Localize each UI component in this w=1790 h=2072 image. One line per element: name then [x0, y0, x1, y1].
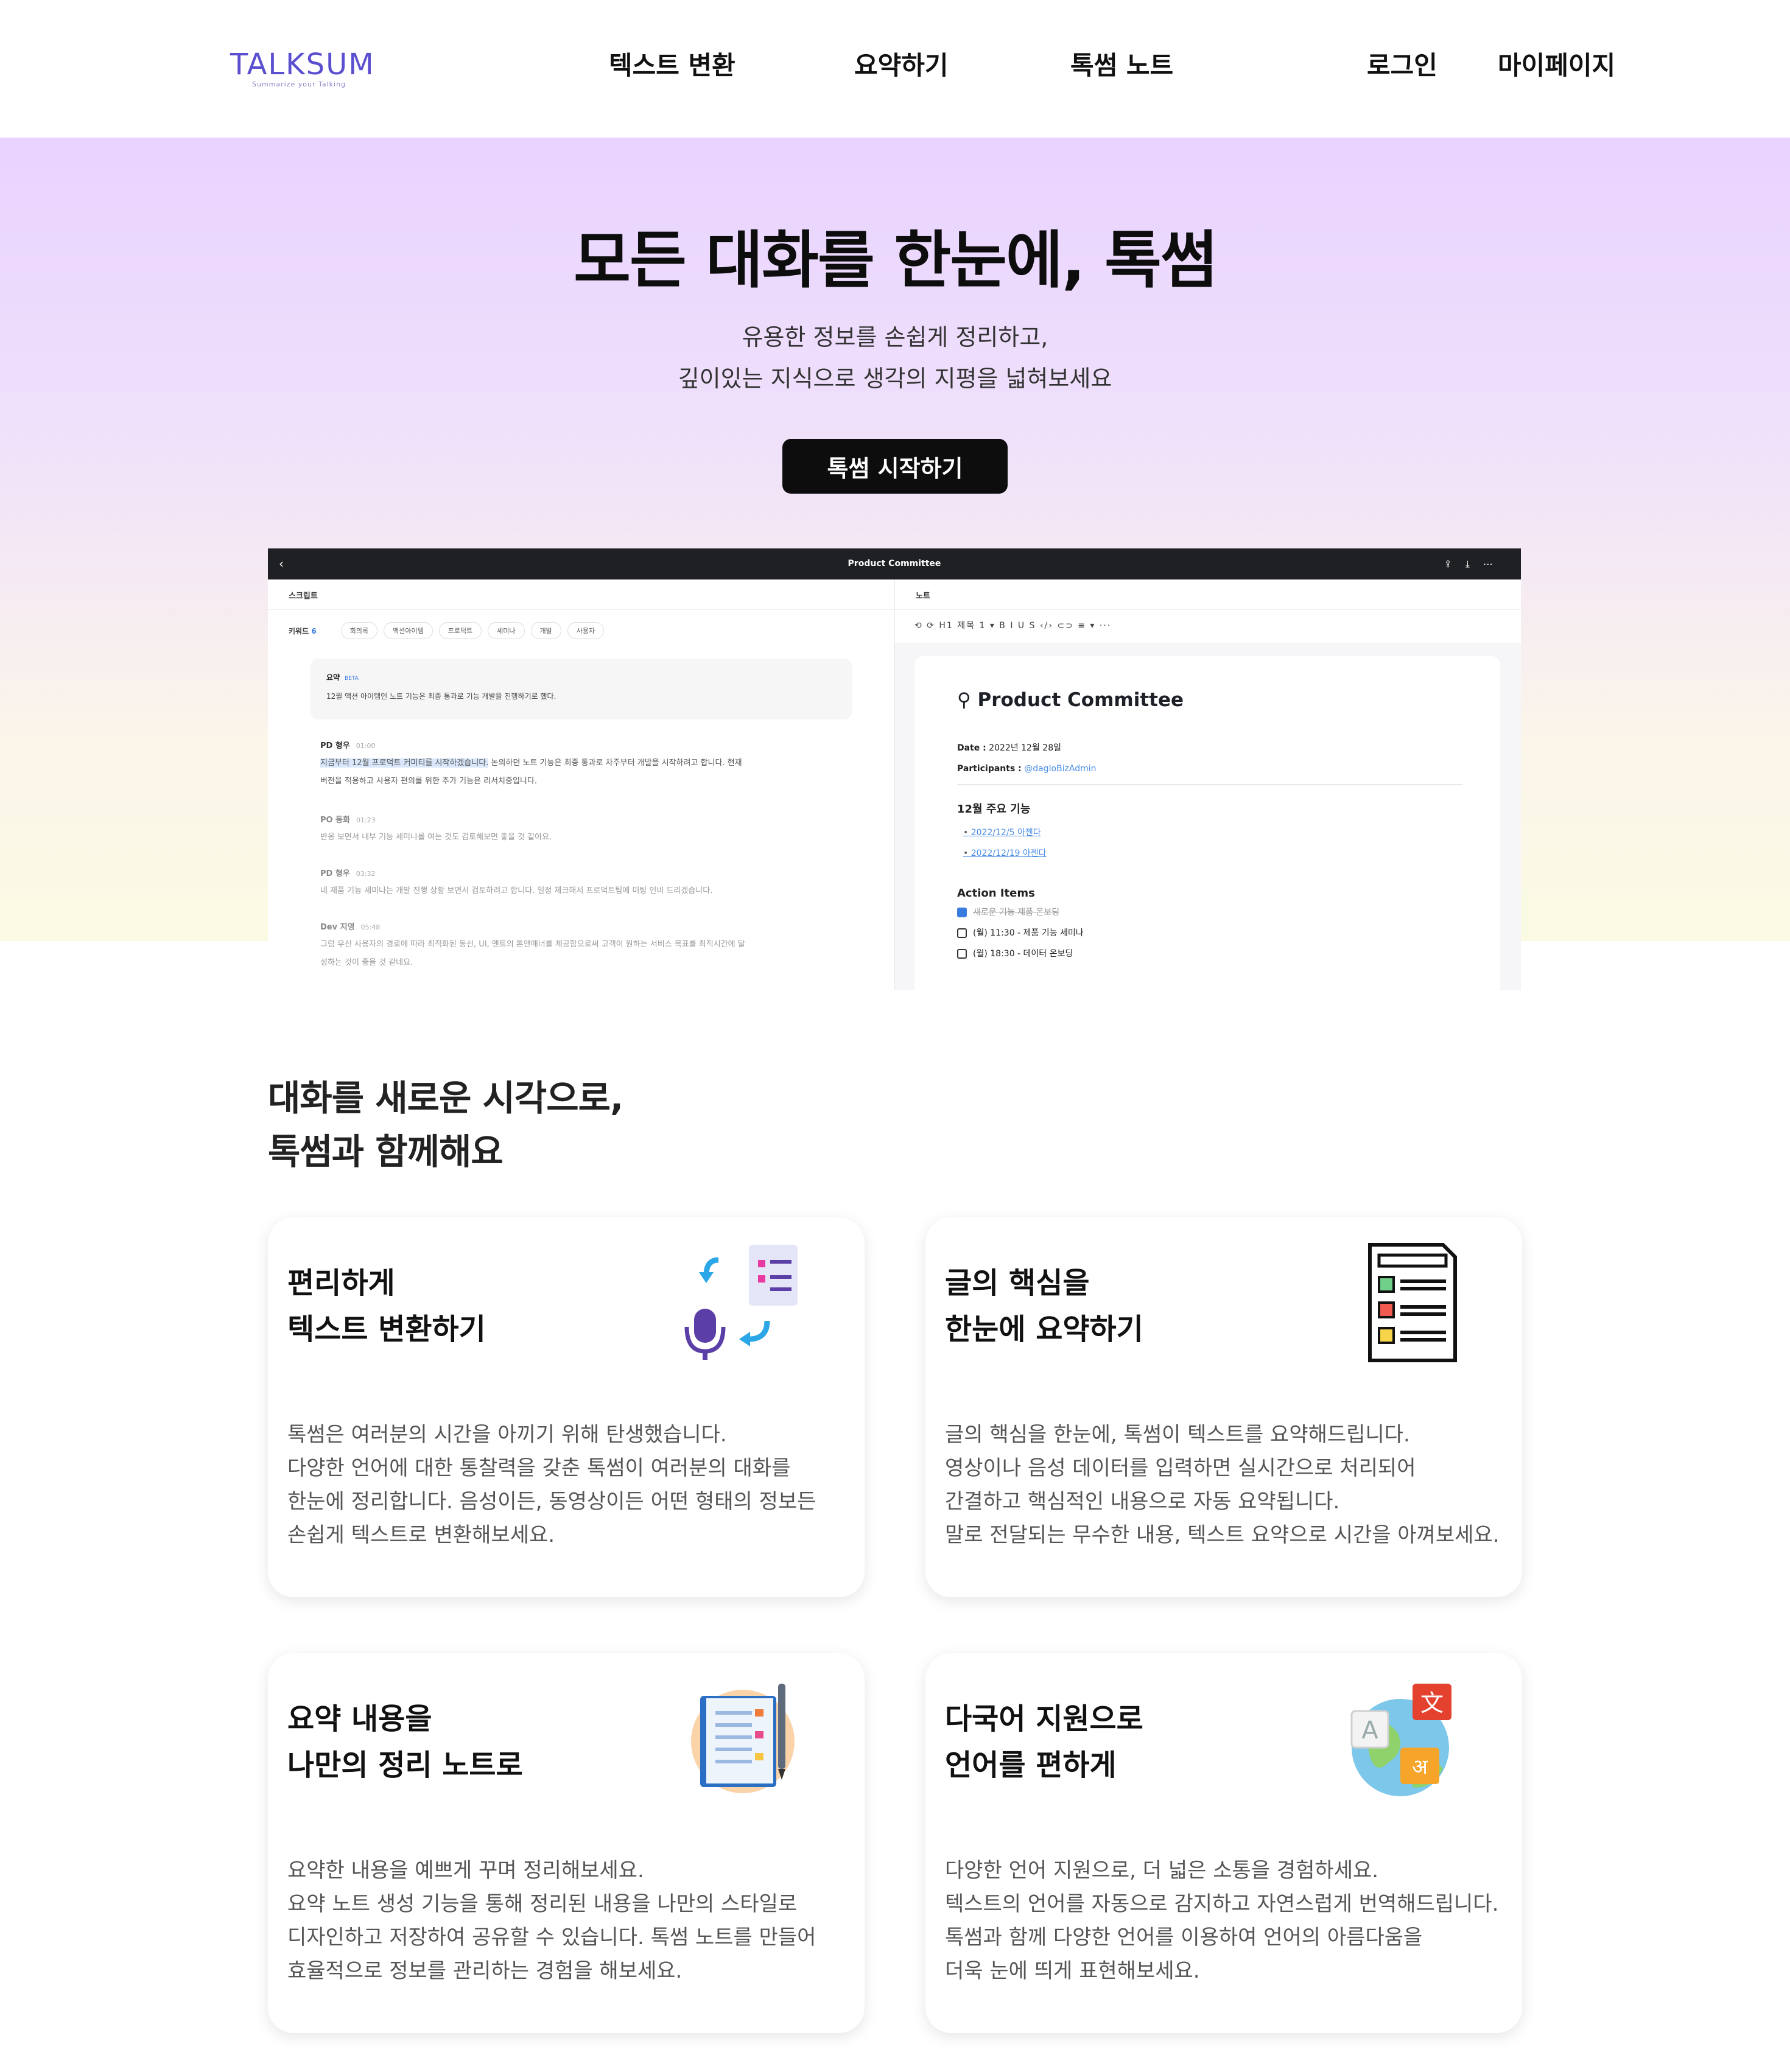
note-card: ⚲ Product Committee Date : 2022년 12월 28일…: [914, 656, 1500, 990]
feature-card-note[interactable]: 요약 내용을 나만의 정리 노트로 요약한 내용을 예쁘게 꾸며 정리해보세요.…: [268, 1653, 865, 2033]
script-turn: PD 형우 01:00 지금부터 12월 프로덕트 커미티를 시작하겠습니다. 논…: [320, 741, 742, 786]
hero-title: 모든 대화를 한눈에, 톡썸: [574, 225, 1218, 297]
preview-titlebar: ‹ Product Committee ⇪⤓⋯: [268, 548, 1521, 579]
note-section-heading: Action Items: [957, 887, 1035, 900]
hero-subtitle-line2: 깊이있는 지식으로 생각의 지평을 넓혀보세요: [678, 365, 1112, 392]
script-turn: Dev 지영 05:48 그럼 우선 사용자의 경로에 따라 최적화된 동선, U…: [320, 923, 745, 967]
feature-card-title: 글의 핵심을 한눈에 요약하기: [945, 1266, 1143, 1346]
action-item[interactable]: (월) 11:30 - 제품 기능 세미나: [957, 923, 1458, 943]
divider: [957, 784, 1462, 785]
feature-card-title: 다국어 지원으로 언어를 편하게: [945, 1702, 1143, 1782]
nav-text-convert[interactable]: 텍스트 변환: [609, 49, 735, 83]
keyword-chip[interactable]: 세미나: [488, 622, 525, 639]
script-pane-header: 스크립트: [268, 579, 894, 610]
feature-card-description: 다양한 언어 지원으로, 더 넓은 소통을 경험하세요. 텍스트의 언어를 자동…: [945, 1858, 1499, 1983]
preview-toolbar-icons[interactable]: ⇪⤓⋯: [1444, 548, 1506, 579]
start-talksum-button[interactable]: 톡썸 시작하기: [782, 439, 1008, 494]
note-meta: Date : 2022년 12월 28일 Participants : @dag…: [957, 743, 1097, 774]
action-item[interactable]: 새로운 기능 제품 온보딩: [957, 902, 1458, 923]
keyword-chip[interactable]: 개발: [530, 622, 561, 639]
nav-summarize[interactable]: 요약하기: [854, 49, 949, 83]
nav-mypage[interactable]: 마이페이지: [1498, 49, 1615, 83]
svg-text:A: A: [1361, 1717, 1378, 1745]
site-header: TALKSUM Summarize your Talking 텍스트 변환 요약…: [0, 0, 1790, 138]
feature-card-description: 요약한 내용을 예쁘게 꾸며 정리해보세요. 요약 노트 생성 기능을 통해 정…: [287, 1858, 816, 1983]
keyword-row: 키워드 6 회의록 액션아이템 프로덕트 세미나 개발 사용자: [289, 622, 605, 639]
note-pane: 노트 ⟲ ⟳ H1 제목 1 ▾ B I U S ‹/› ⊂⊃ ≡ ▾ ··· …: [895, 579, 1521, 990]
script-pane: 스크립트 키워드 6 회의록 액션아이템 프로덕트 세미나 개발 사용자 요약 B…: [268, 579, 895, 990]
note-title: ⚲ Product Committee: [957, 689, 1184, 711]
paperclip-icon: ⚲: [957, 689, 978, 711]
editor-toolbar[interactable]: ⟲ ⟳ H1 제목 1 ▾ B I U S ‹/› ⊂⊃ ≡ ▾ ···: [895, 610, 1521, 644]
features-section-title: 대화를 새로운 시각으로, 톡썸과 함께해요: [268, 1077, 623, 1172]
note-pane-header: 노트: [895, 579, 1521, 610]
summary-box: 요약 BETA 12월 액션 아이템인 노트 기능은 최종 통과로 기능 개발을 …: [311, 659, 852, 719]
keyword-chip[interactable]: 회의록: [340, 622, 378, 639]
preview-window-title: Product Committee: [848, 559, 941, 569]
checkbox-icon[interactable]: [957, 949, 967, 959]
nav-login[interactable]: 로그인: [1367, 49, 1437, 83]
action-item[interactable]: (월) 18:30 - 데이터 온보딩: [957, 943, 1458, 964]
talksum-logo[interactable]: TALKSUM Summarize your Talking: [230, 47, 376, 96]
feature-card-title: 요약 내용을 나만의 정리 노트로: [287, 1702, 523, 1782]
keyword-chip[interactable]: 액션아이템: [384, 622, 433, 639]
keyword-chip[interactable]: 프로덕트: [438, 622, 482, 639]
svg-text:文: 文: [1420, 1690, 1444, 1717]
summary-text: 12월 액션 아이템인 노트 기능은 최종 통과로 기능 개발을 진행하기로 했…: [326, 692, 556, 701]
feature-card-multilingual[interactable]: 다국어 지원으로 언어를 편하게 A 文 अ 다양한 언어 지원으로, 더 넓은…: [925, 1653, 1522, 2033]
hero-subtitle: 유용한 정보를 손쉽게 정리하고, 깊이있는 지식으로 생각의 지평을 넓혀보세…: [0, 317, 1790, 399]
beta-badge: BETA: [345, 676, 359, 682]
agenda-link[interactable]: 2022/12/19 아젠다: [963, 843, 1458, 864]
keyword-label: 키워드 6: [289, 626, 317, 635]
logo-text: TALKSUM: [230, 47, 375, 82]
product-preview: ‹ Product Committee ⇪⤓⋯ 스크립트 키워드 6 회의록 액…: [268, 548, 1521, 990]
speech-to-text-icon: [682, 1242, 804, 1363]
feature-card-text-convert[interactable]: 편리하게 텍스트 변환하기 톡썸은 여러분의 시간을 아끼기 위해 탄생했습니다…: [268, 1217, 865, 1597]
checklist-document-icon: [1352, 1242, 1473, 1363]
script-turn: PD 형우 03:32 네 제품 기능 세미나는 개발 진행 상황 보면서 검토하…: [320, 869, 713, 895]
keyword-chip[interactable]: 사용자: [567, 622, 605, 639]
svg-text:अ: अ: [1412, 1755, 1428, 1779]
summary-label: 요약: [326, 673, 340, 682]
feature-card-title: 편리하게 텍스트 변환하기: [287, 1266, 486, 1346]
checkbox-icon[interactable]: [957, 928, 967, 938]
hero-subtitle-line1: 유용한 정보를 손쉽게 정리하고,: [742, 324, 1048, 351]
nav-talksum-note[interactable]: 톡썸 노트: [1070, 49, 1173, 83]
checkbox-checked-icon[interactable]: [957, 908, 967, 917]
feature-card-summarize[interactable]: 글의 핵심을 한눈에 요약하기 글의 핵심을 한눈에, 톡썸이 텍스트를 요약해…: [925, 1217, 1522, 1597]
script-turn: PO 동화 01:23 반응 보면서 내부 기능 세미나를 여는 것도 검토해보면…: [320, 816, 552, 842]
translate-globe-icon: A 文 अ: [1339, 1678, 1461, 1799]
agenda-link[interactable]: 2022/12/5 아젠다: [963, 822, 1458, 843]
notebook-pen-icon: [682, 1678, 804, 1799]
note-section-heading: 12월 주요 기능: [957, 803, 1031, 816]
feature-card-description: 글의 핵심을 한눈에, 톡썸이 텍스트를 요약해드립니다. 영상이나 음성 데이…: [945, 1423, 1500, 1547]
feature-card-description: 톡썸은 여러분의 시간을 아끼기 위해 탄생했습니다. 다양한 언어에 대한 통…: [287, 1423, 816, 1547]
